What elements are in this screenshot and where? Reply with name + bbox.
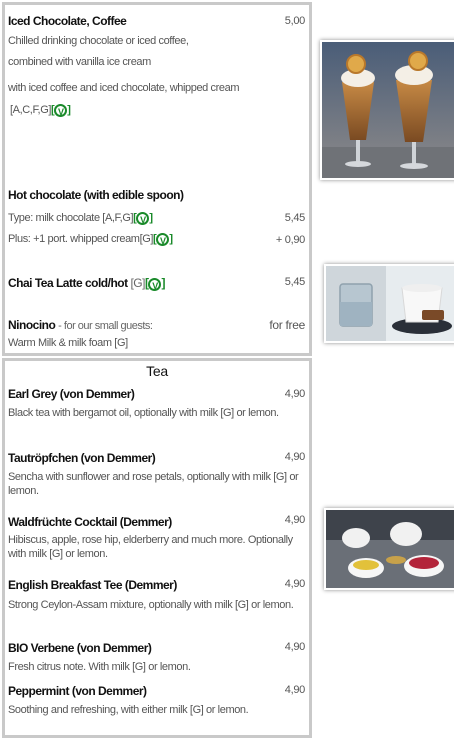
item-name: Iced Chocolate, Coffee: [8, 14, 127, 28]
tea-panel: Tea Earl Grey (von Demmer) 4,90 Black te…: [2, 358, 312, 738]
item-price: 4,90: [284, 514, 306, 526]
item-desc: combined with vanilla ice cream: [8, 56, 151, 68]
tea-cups-image: [326, 510, 454, 588]
iced-drinks-image: [322, 42, 454, 178]
tea-cups-photo: [324, 508, 454, 590]
chai-latte-photo: [324, 264, 454, 343]
item-desc: Sencha with sunflower and rose petals, o…: [8, 471, 299, 497]
item-desc: Soothing and refreshing, with either mil…: [8, 704, 249, 716]
item-name: English Breakfast Tee (Demmer): [8, 578, 177, 592]
vegetarian-icon: V: [156, 233, 170, 246]
item-desc: Type: milk chocolate [A,F,G][V]: [8, 212, 153, 225]
allergen-line: [A,C,F,G][V]: [10, 104, 71, 117]
item-desc: Chilled drinking chocolate or iced coffe…: [8, 35, 189, 47]
item-price: 4,90: [284, 451, 306, 463]
item-name: Ninocino: [8, 318, 56, 332]
vegetarian-icon: V: [148, 278, 162, 291]
item-desc: Hibiscus, apple, rose hip, elderberry an…: [8, 534, 293, 560]
item-price: 4,90: [284, 578, 306, 590]
item-name: Tautröpfchen (von Demmer): [8, 451, 156, 465]
allergens: [A,C,F,G]: [10, 104, 52, 116]
item-name: Hot chocolate (with edible spoon): [8, 188, 184, 202]
item-name: Chai Tea Latte cold/hot: [8, 276, 128, 290]
vegetarian-icon: V: [54, 104, 68, 117]
item-price: 4,90: [284, 684, 306, 696]
type-line: Type: milk chocolate [A,F,G]: [8, 212, 134, 224]
item-price: 4,90: [284, 388, 306, 400]
item-price: 5,00: [284, 15, 306, 27]
item-desc: with iced coffee and iced chocolate, whi…: [8, 82, 240, 94]
item-desc: Fresh citrus note. With milk [G] or lemo…: [8, 661, 191, 673]
item-desc: - for our small guests:: [58, 320, 153, 332]
item-name-line: Chai Tea Latte cold/hot [G][V]: [8, 276, 165, 291]
iced-drinks-photo: [320, 40, 454, 180]
item-price: 5,45: [284, 212, 306, 224]
item-desc: Warm Milk & milk foam [G]: [8, 337, 128, 349]
vegetarian-icon: V: [136, 212, 150, 225]
drinks-panel: Iced Chocolate, Coffee 5,00 Chilled drin…: [2, 2, 312, 356]
item-name: Earl Grey (von Demmer): [8, 387, 135, 401]
item-price: 5,45: [284, 276, 306, 288]
item-name-line: Ninocino - for our small guests:: [8, 318, 153, 334]
item-price: for free: [269, 318, 305, 332]
plus-line: Plus: +1 port. whipped cream[G]: [8, 233, 154, 245]
chai-latte-image: [326, 266, 454, 341]
item-desc: Plus: +1 port. whipped cream[G][V]: [8, 233, 173, 246]
item-name: BIO Verbene (von Demmer): [8, 641, 152, 655]
item-price: + 0,90: [275, 234, 305, 246]
item-desc: Strong Ceylon-Assam mixture, optionally …: [8, 599, 294, 611]
item-name: Waldfrüchte Cocktail (Demmer): [8, 515, 172, 529]
allergens: [G]: [130, 276, 145, 290]
section-title: Tea: [146, 363, 168, 379]
item-price: 4,90: [284, 641, 306, 653]
item-desc: Black tea with bergamot oil, optionally …: [8, 407, 279, 419]
item-name: Peppermint (von Demmer): [8, 684, 147, 698]
